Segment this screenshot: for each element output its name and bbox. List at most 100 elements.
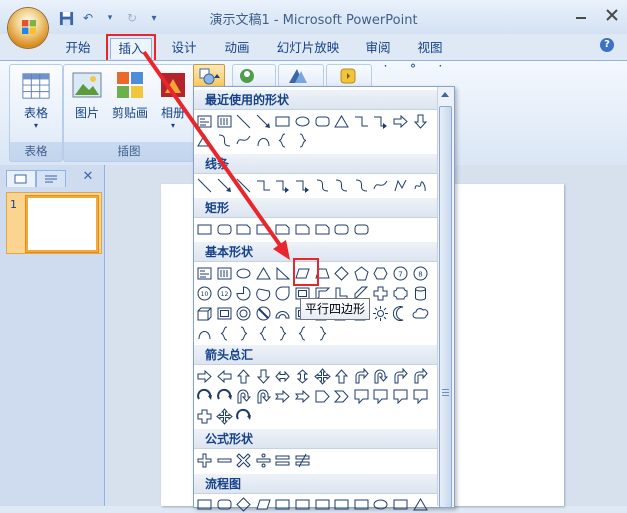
freeform-shape-icon[interactable] — [392, 177, 409, 194]
lbrace-shape-icon[interactable] — [274, 132, 291, 149]
textbox-shape-icon[interactable] — [196, 113, 213, 130]
rrect-shape-icon[interactable] — [333, 221, 350, 238]
clipart-button[interactable]: 剪贴画 — [110, 69, 150, 121]
moon-shape-icon[interactable] — [392, 305, 409, 322]
vtext-shape-icon[interactable] — [216, 265, 233, 282]
scroll-up-icon[interactable] — [438, 88, 452, 102]
eqmult-shape-icon[interactable] — [235, 452, 252, 469]
curve-shape-icon[interactable] — [372, 177, 389, 194]
tab-outline[interactable] — [36, 170, 66, 187]
eqminus-shape-icon[interactable] — [216, 452, 233, 469]
hept-shape-icon[interactable]: 7 — [392, 265, 409, 282]
plus-shape-icon[interactable] — [372, 285, 389, 302]
lbrace-shape-icon[interactable] — [255, 325, 272, 342]
uturn-shape-icon[interactable] — [255, 388, 272, 405]
rrect-shape-icon[interactable] — [216, 496, 233, 513]
snip-shape-icon[interactable] — [274, 221, 291, 238]
scroll-thumb[interactable] — [439, 106, 452, 508]
album-button[interactable]: 相册 ▾ — [156, 69, 190, 130]
uarr-shape-icon[interactable] — [235, 368, 252, 385]
diamond-shape-icon[interactable] — [333, 265, 350, 282]
rbrace-shape-icon[interactable] — [274, 325, 291, 342]
circarr-shape-icon[interactable] — [196, 388, 213, 405]
textbox-shape-icon[interactable] — [196, 265, 213, 282]
tri-shape-icon[interactable] — [255, 265, 272, 282]
rect-shape-icon[interactable] — [333, 496, 350, 513]
rrect-shape-icon[interactable] — [353, 221, 370, 238]
para-shape-icon[interactable] — [255, 496, 272, 513]
snip-shape-icon[interactable] — [294, 221, 311, 238]
oct-shape-icon[interactable]: 8 — [412, 265, 429, 282]
eqneq-shape-icon[interactable] — [294, 452, 311, 469]
rtri-shape-icon[interactable] — [274, 265, 291, 282]
cloud-shape-icon[interactable] — [412, 305, 429, 322]
rarrow-shape-icon[interactable] — [392, 113, 409, 130]
bent-shape-icon[interactable] — [412, 368, 429, 385]
elbow-shape-icon[interactable] — [255, 177, 272, 194]
rect-shape-icon[interactable] — [353, 496, 370, 513]
nosym-shape-icon[interactable] — [255, 305, 272, 322]
callout-shape-icon[interactable] — [412, 388, 429, 405]
tear-shape-icon[interactable] — [274, 285, 291, 302]
help-icon[interactable]: ? — [600, 38, 614, 52]
bent-shape-icon[interactable] — [353, 368, 370, 385]
dodec-shape-icon[interactable]: 12 — [216, 285, 233, 302]
uturn-shape-icon[interactable] — [235, 388, 252, 405]
blockarc-shape-icon[interactable] — [274, 305, 291, 322]
diamond-shape-icon[interactable] — [235, 496, 252, 513]
callout-shape-icon[interactable] — [353, 388, 370, 405]
tab-view[interactable]: 视图 — [412, 38, 448, 58]
rect-shape-icon[interactable] — [294, 496, 311, 513]
elbowarr-shape-icon[interactable] — [274, 177, 291, 194]
rect-shape-icon[interactable] — [274, 113, 291, 130]
tri-shape-icon[interactable] — [412, 496, 429, 513]
elbowarr-shape-icon[interactable] — [294, 177, 311, 194]
rrect-shape-icon[interactable] — [314, 113, 331, 130]
notched-shape-icon[interactable] — [274, 388, 291, 405]
snip-shape-icon[interactable] — [255, 221, 272, 238]
plaque-shape-icon[interactable] — [392, 285, 409, 302]
uturn-shape-icon[interactable] — [372, 368, 389, 385]
bevel-shape-icon[interactable] — [216, 305, 233, 322]
circarr-shape-icon[interactable] — [235, 408, 252, 425]
rect-shape-icon[interactable] — [314, 496, 331, 513]
close-icon[interactable] — [604, 8, 620, 22]
rbrace-shape-icon[interactable] — [235, 325, 252, 342]
arc-shape-icon[interactable] — [255, 132, 272, 149]
bent-shape-icon[interactable] — [392, 368, 409, 385]
callout-shape-icon[interactable] — [392, 388, 409, 405]
scurve-shape-icon[interactable] — [216, 132, 233, 149]
shapes-button[interactable] — [193, 64, 225, 88]
eqeq-shape-icon[interactable] — [274, 452, 291, 469]
line-shape-icon[interactable] — [196, 177, 213, 194]
pie-shape-icon[interactable] — [235, 285, 252, 302]
darrow-shape-icon[interactable] — [412, 113, 429, 130]
chart-button[interactable] — [278, 64, 324, 88]
eqplus-shape-icon[interactable] — [196, 452, 213, 469]
tab-design[interactable]: 设计 — [166, 38, 202, 58]
smartart-button[interactable] — [232, 64, 276, 88]
rect-shape-icon[interactable] — [196, 221, 213, 238]
donut-shape-icon[interactable] — [235, 305, 252, 322]
tab-review[interactable]: 审阅 — [360, 38, 396, 58]
line-shape-icon[interactable] — [235, 113, 252, 130]
line-shape-icon[interactable] — [235, 177, 252, 194]
arrowline-shape-icon[interactable] — [216, 177, 233, 194]
arrowline-shape-icon[interactable] — [255, 113, 272, 130]
darrow-shape-icon[interactable] — [255, 368, 272, 385]
snip-shape-icon[interactable] — [235, 221, 252, 238]
plus-shape-icon[interactable] — [196, 408, 213, 425]
notched-shape-icon[interactable] — [294, 388, 311, 405]
dec-shape-icon[interactable]: 10 — [196, 285, 213, 302]
rect-shape-icon[interactable] — [274, 496, 291, 513]
picture-button[interactable]: 图片 — [70, 69, 104, 121]
scurve-shape-icon[interactable] — [314, 177, 331, 194]
quadarr-shape-icon[interactable] — [215, 408, 233, 425]
sun-shape-icon[interactable] — [372, 305, 389, 322]
scribble-shape-icon[interactable] — [412, 177, 429, 194]
arc-shape-icon[interactable] — [196, 325, 213, 342]
elbow-shape-icon[interactable] — [353, 113, 370, 130]
table-button[interactable]: 表格 ▾ — [14, 71, 58, 130]
quadarr-shape-icon[interactable] — [313, 368, 331, 385]
pent-shape-icon[interactable] — [353, 265, 370, 282]
